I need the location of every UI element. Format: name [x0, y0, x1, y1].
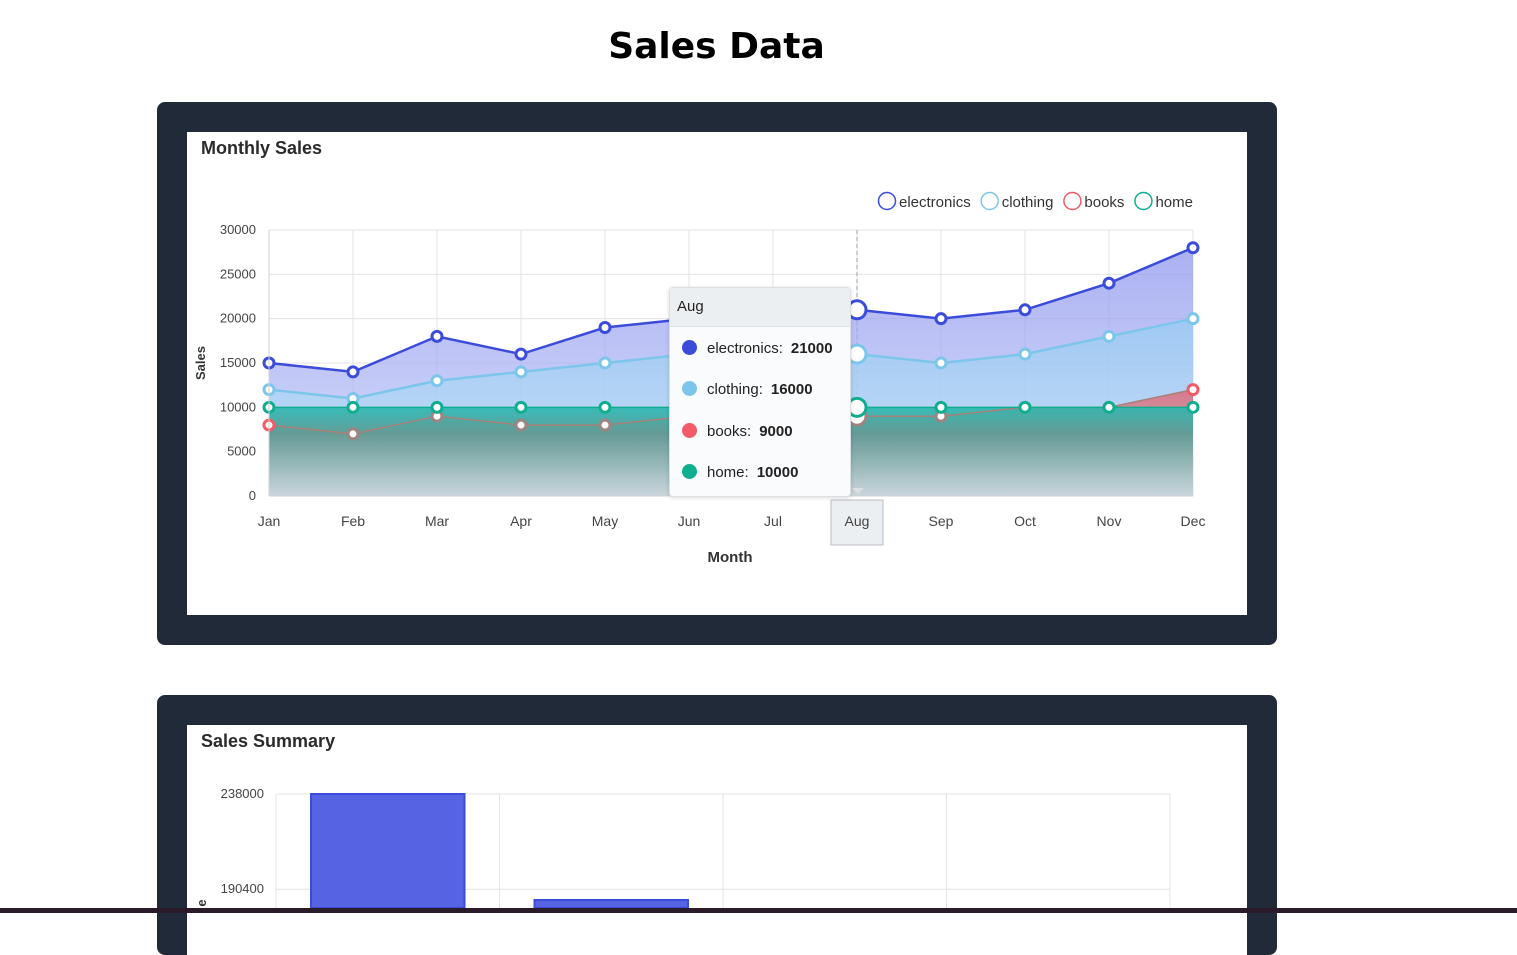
point-books	[598, 418, 612, 432]
point-home	[1018, 400, 1032, 414]
x-tick-label: Jun	[678, 513, 701, 529]
x-axis-title: Month	[708, 549, 753, 566]
taskbar-strip	[0, 908, 1517, 913]
legend-marker-clothing	[980, 191, 999, 211]
point-home	[514, 400, 528, 414]
point-home	[598, 400, 612, 414]
point-electronics	[1186, 241, 1200, 255]
point-electronics	[1018, 303, 1032, 317]
legend-label-clothing[interactable]: clothing	[1002, 194, 1054, 211]
legend-marker-electronics	[877, 191, 897, 211]
point-electronics	[514, 347, 528, 361]
tooltip-dot-home	[682, 464, 697, 479]
point-electronics	[598, 321, 612, 335]
tooltip-dot-books	[682, 423, 697, 438]
tooltip-row-home: home: 10000	[682, 463, 798, 483]
legend-marker-books	[1063, 191, 1082, 211]
y-tick-label: 20000	[220, 311, 256, 326]
point-clothing	[430, 374, 444, 388]
legend-label-home[interactable]: home	[1155, 194, 1193, 211]
sales-summary-card: Sales Summary	[157, 695, 1277, 955]
y-tick-label: 25000	[220, 266, 256, 281]
y-axis-title: Sales	[193, 346, 208, 380]
tooltip-value: 10000	[756, 464, 799, 481]
x-tick-label: Oct	[1014, 513, 1036, 529]
point-clothing	[934, 356, 948, 370]
x-tick-label: Aug	[845, 513, 870, 529]
tooltip-label: home:	[707, 464, 749, 481]
tooltip-value: 9000	[759, 423, 793, 440]
x-tick-label: Jul	[764, 513, 782, 529]
point-electronics	[430, 329, 444, 343]
x-tick-label: Sep	[929, 513, 954, 529]
x-tick-label: Apr	[510, 513, 532, 529]
tooltip-dot-electronics	[682, 340, 697, 355]
point-clothing	[1186, 312, 1200, 326]
sales-summary-title: Sales Summary	[201, 731, 336, 751]
x-tick-label: Nov	[1097, 513, 1122, 529]
x-tick-label: Feb	[341, 513, 365, 529]
point-books	[514, 418, 528, 432]
tooltip-value: 21000	[790, 340, 833, 357]
x-tick-label: Jan	[258, 513, 281, 529]
tooltip-header: Aug	[670, 288, 850, 327]
y-tick-label: 30000	[220, 222, 256, 237]
point-clothing	[598, 356, 612, 370]
point-electronics	[934, 312, 948, 326]
point-home	[1102, 400, 1116, 414]
legend-label-electronics[interactable]: electronics	[899, 194, 971, 211]
point-home	[1186, 400, 1200, 414]
point-electronics	[1102, 276, 1116, 290]
point-books	[346, 427, 360, 441]
point-home	[934, 400, 948, 414]
x-tick-label: Dec	[1181, 513, 1206, 529]
x-tick-label: May	[592, 513, 618, 529]
point-home	[430, 400, 444, 414]
point-clothing	[514, 365, 528, 379]
y-tick-label: 15000	[220, 355, 256, 370]
x-tick-label: Mar	[425, 513, 449, 529]
legend-label-books[interactable]: books	[1084, 194, 1124, 211]
tooltip-value: 16000	[770, 381, 813, 398]
tooltip-row-electronics: electronics: 21000	[682, 339, 833, 359]
sales-summary-panel: Sales Summary	[187, 725, 1247, 955]
tooltip-row-books: books: 9000	[682, 422, 793, 442]
legend-marker-home	[1134, 191, 1153, 211]
point-home	[346, 400, 360, 414]
tooltip-label: books:	[707, 423, 752, 440]
tooltip-row-clothing: clothing: 16000	[682, 380, 813, 400]
tooltip-dot-clothing	[682, 381, 697, 396]
chart-legend[interactable]: electronics clothing books home	[877, 191, 1193, 212]
point-electronics	[346, 365, 360, 379]
tooltip-label: electronics:	[707, 340, 783, 357]
tooltip-label: clothing:	[707, 381, 763, 398]
y-tick-label: 10000	[220, 399, 256, 414]
point-books	[1186, 383, 1200, 397]
y-tick-label: 5000	[227, 444, 256, 459]
y-tick-label: 0	[249, 488, 256, 503]
point-clothing	[1018, 347, 1032, 361]
tooltip-caret	[852, 488, 864, 494]
chart-tooltip: Aug electronics: 21000 clothing: 16000 boo…	[669, 287, 851, 497]
point-clothing	[1102, 329, 1116, 343]
